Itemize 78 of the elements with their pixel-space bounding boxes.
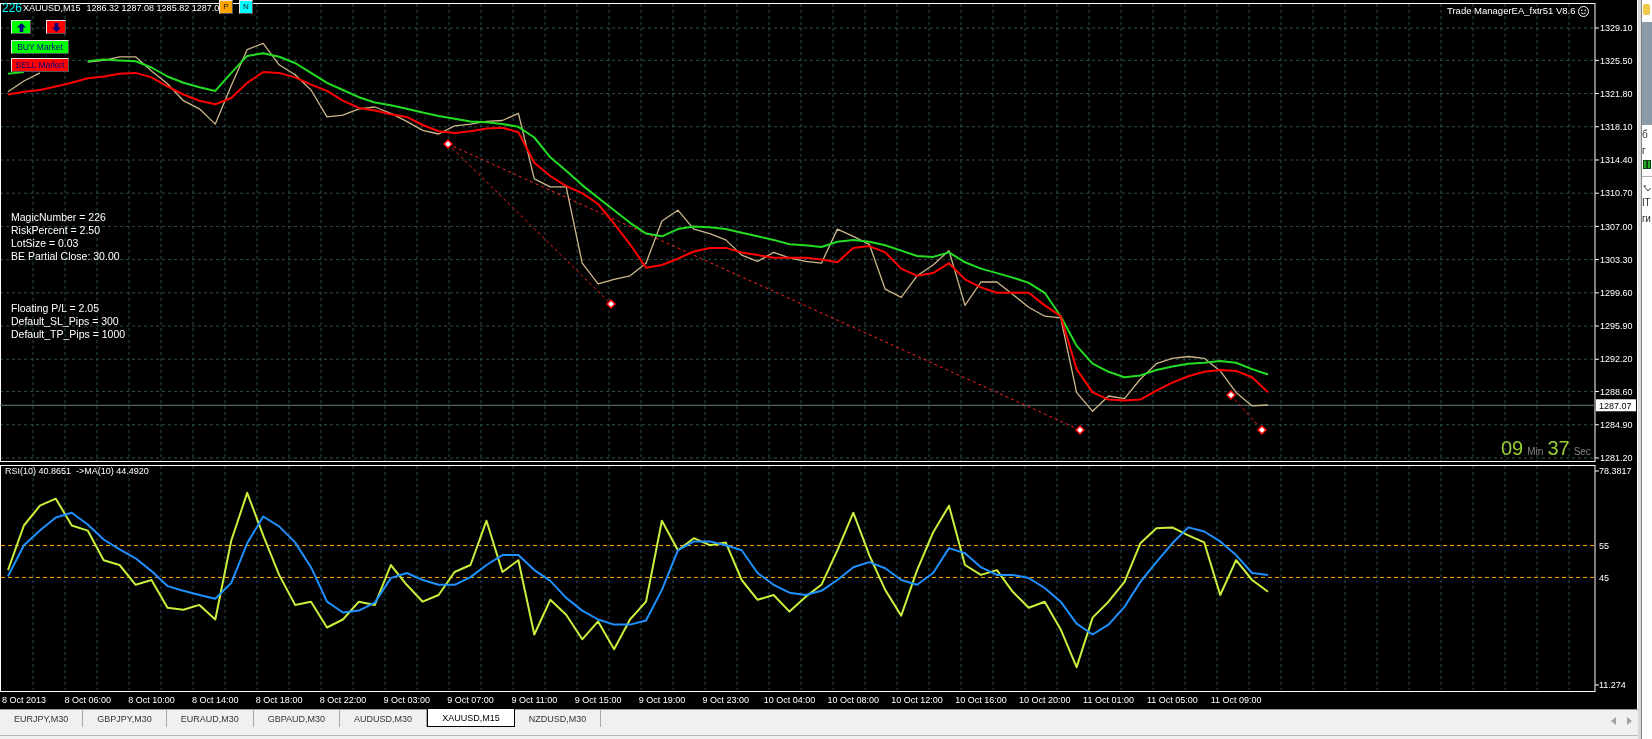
chart-tab[interactable]: XAUUSD,M15 [427,709,515,727]
time-axis-label: 11 Oct 01:00 [1083,695,1134,705]
down-arrow-icon [51,22,61,32]
time-axis-label: 8 Oct 10:00 [128,695,175,705]
indicator-label: RSI(10) 40.8651 ->MA(10) 44.4920 [5,465,149,477]
time-axis-label: 8 Oct 06:00 [64,695,111,705]
down-arrow-button[interactable] [46,20,66,34]
order-button[interactable]: BUY Market [11,40,69,54]
info-text: Default_SL_Pips = 300 [11,315,119,328]
price-axis-label: 1329.10 [1600,23,1633,34]
order-button[interactable]: SELL Market [11,58,69,72]
time-axis-label: 10 Oct 12:00 [891,695,943,705]
time-axis-label: 11 Oct 09:00 [1210,695,1262,705]
trade-marker-icon[interactable] [442,138,454,150]
countdown-unit: Min [1527,446,1544,458]
price-axis-label: 1310.70 [1600,188,1633,199]
time-axis-label: 9 Oct 11:00 [511,695,558,705]
time-axis-label: 8 Oct 14:00 [192,695,239,705]
time-axis-label: 10 Oct 16:00 [955,695,1007,705]
info-text: MagicNumber = 226 [11,211,106,224]
tile-icon [1643,4,1650,15]
time-axis-label: 9 Oct 23:00 [702,695,749,705]
level-label: 45 [1599,572,1609,583]
expert-advisor-label: Trade ManagerEA_fxtr51 V8.6 [1447,5,1576,17]
price-axis-label: 1284.90 [1600,419,1633,430]
trade-marker-icon[interactable] [1074,424,1086,436]
side-text: IT [1642,196,1651,209]
info-text: LotSize = 0.03 [11,237,79,250]
countdown-minutes: 09 [1501,437,1524,459]
price-axis-label: 1314.40 [1600,155,1633,166]
trade-marker-icon[interactable] [605,298,617,310]
price-axis-label: 1299.60 [1600,288,1633,298]
info-text: Floating P/L = 2.05 [11,302,100,315]
price-axis-label: 1318.10 [1600,121,1633,132]
countdown-unit: Sec [1573,446,1591,458]
price-quote: 1286.32 1287.08 1285.82 1287.0 [86,2,220,14]
up-arrow-button[interactable] [11,20,31,34]
smiley-icon [1577,5,1589,17]
info-text: BE Partial Close: 30.00 [11,250,120,263]
time-axis-label: 10 Oct 20:00 [1018,695,1071,705]
up-arrow-icon [16,22,26,32]
price-axis-label: 1307.00 [1600,221,1633,232]
time-axis-label: 9 Oct 07:00 [447,695,494,705]
mode-button[interactable]: P [219,0,233,14]
chevron-icon [1643,185,1651,193]
price-axis-label: 1321.80 [1600,88,1633,99]
info-text: RiskPercent = 2.50 [11,224,100,237]
mode-button[interactable]: N [239,0,253,14]
price-axis-label: 1288.60 [1600,386,1633,397]
side-text: б [1642,128,1648,141]
info-text: Default_TP_Pips = 1000 [11,328,126,341]
status-bars-icon [1643,160,1651,169]
time-axis-label: 8 Oct 18:00 [255,695,303,705]
rsi-axis-label: 11.274 [1599,680,1626,691]
countdown-seconds: 37 [1547,437,1570,459]
side-text: г [1642,144,1646,157]
ref-line-label: 1287.07 [1599,400,1632,411]
trade-marker-icon[interactable] [1225,389,1237,401]
price-axis-label: 1303.30 [1600,254,1633,265]
time-axis-label: 9 Oct 19:00 [638,695,686,705]
level-label: 55 [1599,540,1609,551]
price-axis-label: 1292.20 [1600,354,1633,365]
rsi-axis-label: 78.3817 [1599,466,1632,477]
time-axis-label: 8 Oct 22:00 [319,695,367,705]
price-axis-label: 1295.90 [1600,321,1633,332]
trade-marker-icon[interactable] [1256,424,1268,436]
time-axis-label: 10 Oct 04:00 [763,695,816,705]
time-axis-label: 9 Oct 03:00 [383,695,430,705]
time-axis-label: 11 Oct 05:00 [1146,695,1198,705]
side-text: ги [1642,212,1651,225]
time-axis-label: 8 Oct 2013 [1,695,46,705]
price-axis-label: 1325.50 [1600,55,1633,66]
chart-symbol-title: XAUUSD,M15 [23,2,81,14]
price-axis-label: 1281.20 [1600,453,1633,463]
current-price-label: 1287.07 [1596,399,1636,412]
chart-number-label: 226 [2,1,23,15]
time-axis-label: 9 Oct 15:00 [574,695,622,705]
time-axis-label: 10 Oct 08:00 [827,695,880,705]
